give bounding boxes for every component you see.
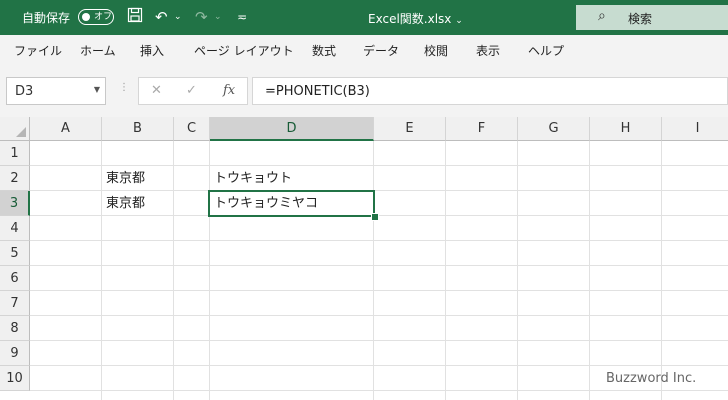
- save-icon[interactable]: [127, 7, 143, 28]
- row-header-5[interactable]: 5: [0, 241, 30, 266]
- name-box-dropdown-icon[interactable]: ▼: [94, 85, 100, 94]
- column-header-a[interactable]: A: [30, 117, 102, 141]
- name-box-value: D3: [15, 84, 34, 99]
- file-name-dropdown-icon: ⌄: [455, 16, 463, 26]
- name-box[interactable]: D3 ▼: [6, 77, 106, 105]
- gridline-horizontal: [30, 290, 728, 291]
- active-cell-border: [208, 190, 375, 217]
- row-header-4[interactable]: 4: [0, 216, 30, 241]
- row-header-10[interactable]: 10: [0, 366, 30, 391]
- row-header-2[interactable]: 2: [0, 166, 30, 191]
- file-name[interactable]: Excel関数.xlsx ⌄: [368, 10, 463, 27]
- row-header-8[interactable]: 8: [0, 316, 30, 341]
- column-header-d[interactable]: D: [210, 117, 374, 141]
- formula-bar-buttons: ✕ ✓ fx: [138, 77, 248, 105]
- column-header-g[interactable]: G: [518, 117, 590, 141]
- formula-input[interactable]: =PHONETIC(B3): [252, 77, 728, 105]
- search-placeholder: 検索: [628, 12, 653, 26]
- column-header-b[interactable]: B: [102, 117, 174, 141]
- tab-insert[interactable]: 挿入: [140, 42, 164, 59]
- cell-d2[interactable]: トウキョウト: [210, 166, 374, 191]
- cancel-icon[interactable]: ✕: [151, 83, 162, 98]
- tab-view[interactable]: 表示: [476, 42, 500, 59]
- tab-data[interactable]: データ: [363, 42, 399, 59]
- watermark: Buzzword Inc.: [606, 371, 697, 386]
- row-header-7[interactable]: 7: [0, 291, 30, 316]
- column-header-c[interactable]: C: [174, 117, 210, 141]
- enter-icon[interactable]: ✓: [186, 83, 197, 98]
- search-icon: ⌕: [598, 8, 606, 24]
- file-name-text: Excel関数.xlsx: [368, 12, 452, 26]
- cell-b2[interactable]: 東京都: [102, 166, 174, 191]
- gridline-horizontal: [30, 240, 728, 241]
- tab-page-layout[interactable]: ページ レイアウト: [194, 42, 294, 59]
- column-header-f[interactable]: F: [446, 117, 518, 141]
- insert-function-icon[interactable]: fx: [223, 83, 235, 98]
- gridline-vertical: [445, 141, 446, 400]
- autosave-label: 自動保存: [22, 11, 71, 25]
- fill-handle[interactable]: [371, 213, 379, 221]
- gridline-horizontal: [30, 315, 728, 316]
- search-box[interactable]: ⌕ 検索: [576, 5, 728, 30]
- autosave-state: オフ: [94, 12, 113, 22]
- gridline-horizontal: [30, 340, 728, 341]
- gridline-vertical: [517, 141, 518, 400]
- tab-formulas[interactable]: 数式: [312, 42, 336, 59]
- column-header-h[interactable]: H: [590, 117, 662, 141]
- customize-toolbar-icon[interactable]: ≂: [237, 7, 247, 27]
- gridline-vertical: [589, 141, 590, 400]
- column-header-e[interactable]: E: [374, 117, 446, 141]
- tab-help[interactable]: ヘルプ: [528, 42, 564, 59]
- tab-review[interactable]: 校閲: [424, 42, 448, 59]
- autosave-toggle[interactable]: オフ: [78, 9, 114, 25]
- select-all-triangle-icon: [16, 127, 26, 137]
- row-header-1[interactable]: 1: [0, 141, 30, 166]
- gridline-horizontal: [30, 265, 728, 266]
- undo-icon[interactable]: ↶: [155, 7, 168, 27]
- redo-icon[interactable]: ↷: [195, 7, 208, 27]
- select-all-corner[interactable]: [0, 117, 30, 141]
- tab-home[interactable]: ホーム: [80, 42, 116, 59]
- row-header-6[interactable]: 6: [0, 266, 30, 291]
- formula-bar-splitter-icon[interactable]: ⋮: [119, 82, 129, 93]
- tab-file[interactable]: ファイル: [14, 42, 62, 59]
- redo-dropdown-icon[interactable]: ⌄: [214, 7, 222, 27]
- cell-b3[interactable]: 東京都: [102, 191, 174, 216]
- gridline-horizontal: [30, 365, 728, 366]
- column-header-i[interactable]: I: [662, 117, 728, 141]
- title-bar: 自動保存 オフ ↶ ⌄ ↷ ⌄ ≂ Excel関数.xlsx ⌄ ⌕ 検索: [0, 0, 728, 35]
- toggle-knob: [82, 13, 90, 21]
- row-header-3[interactable]: 3: [0, 191, 30, 216]
- undo-dropdown-icon[interactable]: ⌄: [174, 7, 182, 27]
- worksheet-grid[interactable]: A B C D E F G H I 1 2 3 4 5 6 7 8 9 10 東…: [0, 117, 728, 400]
- ribbon-tabs: ファイル ホーム 挿入 ページ レイアウト 数式 データ 校閲 表示 ヘルプ: [0, 35, 728, 67]
- gridline-vertical: [661, 141, 662, 400]
- row-header-9[interactable]: 9: [0, 341, 30, 366]
- gridline-horizontal: [30, 390, 728, 391]
- formula-text: =PHONETIC(B3): [265, 84, 370, 99]
- formula-bar: D3 ▼ ⋮ ✕ ✓ fx =PHONETIC(B3): [0, 66, 728, 117]
